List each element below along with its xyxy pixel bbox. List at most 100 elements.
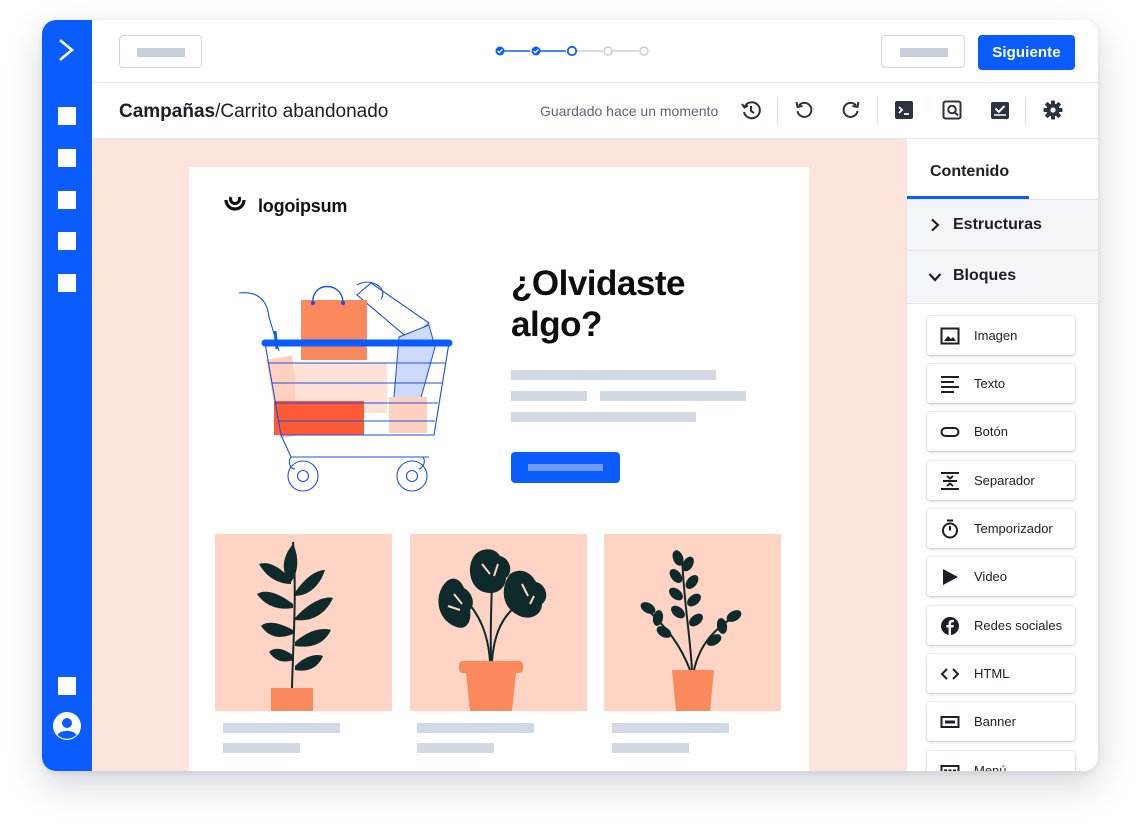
block-html[interactable]: HTML (927, 654, 1075, 693)
separator-icon (941, 472, 959, 490)
block-banner[interactable]: Banner (927, 702, 1075, 741)
shopping-cart-illustration (239, 281, 453, 492)
brand-logo-icon (224, 196, 246, 211)
block-label: HTML (974, 666, 1010, 681)
history-icon[interactable] (740, 99, 762, 121)
block-label: Imagen (974, 328, 1018, 343)
blocks-list: Imagen Texto Botón Separador Temporizado… (907, 303, 1098, 771)
nav-item-1[interactable] (58, 107, 76, 125)
nav-item-help[interactable] (58, 677, 76, 695)
block-text[interactable]: Texto (927, 364, 1075, 403)
text-placeholder (600, 391, 746, 401)
menu-icon (940, 765, 960, 771)
step-5[interactable] (639, 46, 649, 56)
timer-icon (942, 519, 958, 539)
save-status: Guardado hace un momento (540, 103, 719, 119)
headline-line-2: algo? (511, 305, 602, 344)
brand-name: logoipsum (258, 196, 348, 216)
progress-stepper (495, 45, 649, 57)
product-card-image (604, 534, 781, 711)
block-image[interactable]: Imagen (927, 316, 1075, 355)
section-blocks-label: Bloques (953, 267, 1017, 284)
block-button[interactable]: Botón (927, 412, 1075, 451)
editor-window: Siguiente Campañas/Carrito abandonado Gu… (42, 20, 1098, 771)
plant-zz-illustration (640, 550, 742, 711)
step-3-current[interactable] (566, 45, 578, 57)
breadcrumb-root[interactable]: Campañas (119, 101, 215, 122)
block-label: Banner (974, 714, 1016, 729)
section-structures[interactable]: Estructuras (907, 199, 1098, 250)
block-label: Texto (974, 376, 1006, 391)
block-menu[interactable]: Menú (927, 751, 1075, 771)
step-1-done[interactable] (495, 46, 505, 56)
headline-line-1: ¿Olvidaste (511, 264, 685, 303)
content-panel: Contenido Estructuras Bloques Imagen Tex… (906, 139, 1098, 771)
step-4[interactable] (603, 46, 613, 56)
email-preview[interactable]: logoipsum ¿Olvidaste algo? (189, 167, 809, 771)
redo-icon[interactable] (840, 99, 862, 121)
email-canvas: logoipsum ¿Olvidaste algo? (92, 139, 906, 771)
banner-icon (940, 716, 960, 728)
toolbar-divider (1025, 97, 1026, 125)
text-placeholder (511, 391, 587, 401)
block-timer[interactable]: Temporizador (927, 509, 1075, 548)
facebook-icon (941, 617, 959, 635)
app-logo-icon[interactable] (56, 38, 78, 62)
preview-icon[interactable] (941, 99, 963, 121)
product-card-image (410, 534, 587, 711)
toolbar-divider (777, 97, 778, 125)
breadcrumb: Campañas/Carrito abandonado (119, 101, 388, 123)
product-title-placeholder (612, 723, 729, 733)
nav-item-4[interactable] (58, 232, 76, 250)
secondary-action-button[interactable] (881, 35, 965, 68)
chevron-down-icon (928, 273, 942, 282)
email-headline: ¿Olvidaste algo? (511, 263, 751, 345)
back-button[interactable] (119, 35, 202, 68)
text-icon (941, 376, 959, 393)
image-icon (940, 327, 960, 345)
step-2-done[interactable] (531, 46, 541, 56)
email-cta-button[interactable] (511, 452, 620, 483)
code-icon (940, 668, 960, 680)
section-structures-label: Estructuras (953, 216, 1042, 233)
button-icon (940, 427, 960, 437)
text-placeholder (511, 370, 716, 380)
product-title-placeholder (417, 723, 534, 733)
block-social[interactable]: Redes sociales (927, 606, 1075, 645)
product-price-placeholder (612, 743, 689, 753)
settings-icon[interactable] (1042, 99, 1064, 121)
tab-content-label: Contenido (930, 163, 1010, 180)
nav-item-2[interactable] (58, 149, 76, 167)
block-label: Video (974, 569, 1008, 584)
top-bar: Siguiente (92, 20, 1098, 83)
breadcrumb-current: Carrito abandonado (220, 101, 389, 122)
product-price-placeholder (417, 743, 494, 753)
block-label: Botón (974, 424, 1008, 439)
block-video[interactable]: Video (927, 557, 1075, 596)
block-label: Redes sociales (974, 618, 1063, 633)
left-nav-rail (42, 20, 92, 771)
test-check-icon[interactable] (989, 99, 1011, 121)
video-icon (943, 569, 958, 585)
editor-toolbar: Campañas/Carrito abandonado Guardado hac… (92, 83, 1098, 139)
section-blocks[interactable]: Bloques (907, 250, 1098, 303)
next-button[interactable]: Siguiente (978, 35, 1075, 70)
block-label: Separador (974, 473, 1035, 488)
chevron-right-icon (931, 218, 940, 232)
code-preview-icon[interactable] (893, 99, 915, 121)
plant-palm-illustration (257, 541, 333, 711)
toolbar-divider (877, 97, 878, 125)
tab-content[interactable]: Contenido (907, 139, 1029, 199)
product-price-placeholder (223, 743, 300, 753)
nav-item-5[interactable] (58, 274, 76, 292)
product-card-image (215, 534, 392, 711)
block-label: Menú (974, 763, 1007, 771)
plant-monstera-illustration (438, 549, 547, 711)
text-placeholder (511, 412, 696, 422)
block-separator[interactable]: Separador (927, 461, 1075, 500)
block-label: Temporizador (974, 521, 1053, 536)
user-avatar-icon[interactable] (53, 712, 81, 740)
product-title-placeholder (223, 723, 340, 733)
undo-icon[interactable] (793, 99, 815, 121)
nav-item-3[interactable] (58, 191, 76, 209)
